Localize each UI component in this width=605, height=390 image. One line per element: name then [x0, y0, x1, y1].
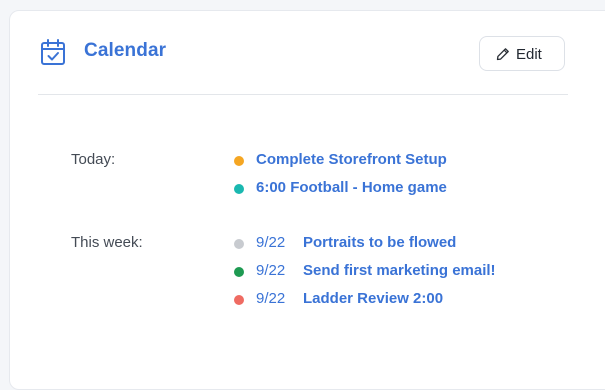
calendar-card: Calendar Edit Today: Complete Storefront…: [9, 10, 605, 390]
status-dot: [234, 156, 244, 166]
status-dot: [234, 267, 244, 277]
header-divider: [38, 94, 568, 95]
status-dot: [234, 239, 244, 249]
event-title[interactable]: Complete Storefront Setup: [256, 151, 447, 168]
event-title[interactable]: Send first marketing email!: [303, 262, 496, 279]
section-label-today: Today:: [71, 151, 116, 168]
event-date: 9/22: [256, 234, 286, 251]
calendar-check-icon: [41, 39, 65, 65]
event-date: 9/22: [256, 290, 286, 307]
event-title[interactable]: 6:00 Football - Home game: [256, 179, 447, 196]
edit-button[interactable]: Edit: [479, 36, 565, 71]
card-header: Calendar Edit: [10, 11, 605, 95]
card-title: Calendar: [84, 40, 167, 61]
status-dot: [234, 184, 244, 194]
event-date: 9/22: [256, 262, 286, 279]
event-title[interactable]: Portraits to be flowed: [303, 234, 456, 251]
pencil-icon: [496, 48, 509, 61]
edit-button-label: Edit: [516, 46, 542, 63]
status-dot: [234, 295, 244, 305]
section-label-this-week: This week:: [71, 234, 143, 251]
event-title[interactable]: Ladder Review 2:00: [303, 290, 443, 307]
